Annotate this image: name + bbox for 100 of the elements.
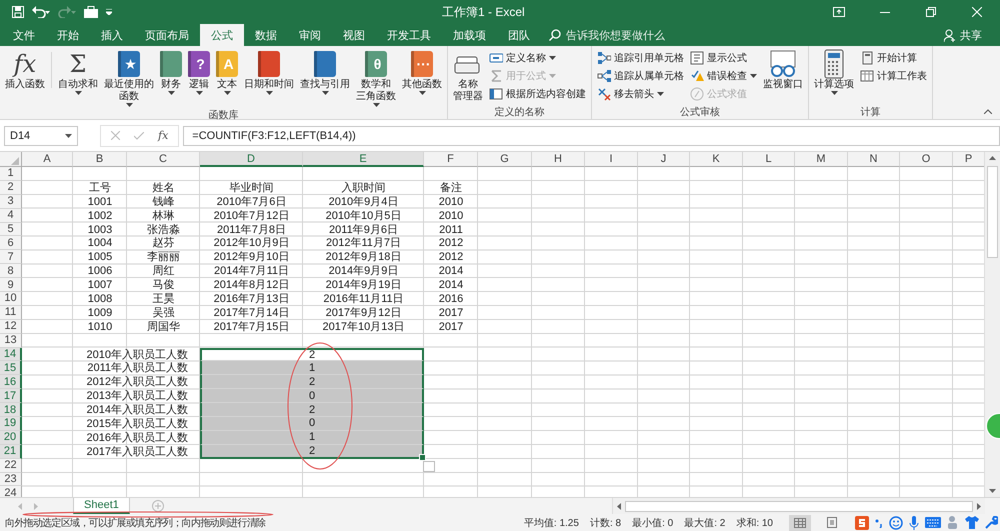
vertical-scrollbar[interactable] xyxy=(984,152,1000,497)
insert-function-button[interactable]: fx xyxy=(158,129,168,142)
input-method-icon[interactable] xyxy=(855,516,869,530)
column-header[interactable]: K xyxy=(690,152,743,167)
ribbon-button[interactable]: 定义名称 xyxy=(487,50,588,66)
undo-icon[interactable] xyxy=(32,6,50,18)
normal-view-button[interactable] xyxy=(789,514,811,530)
sheet-tab[interactable]: Sheet1 xyxy=(73,498,130,514)
microphone-icon[interactable] xyxy=(909,516,919,530)
column-header[interactable]: E xyxy=(303,152,424,167)
restore-icon[interactable] xyxy=(926,7,936,17)
ribbon-button[interactable]: 日期和时间 xyxy=(242,48,296,108)
ribbon-tab[interactable]: 页面布局 xyxy=(134,24,200,46)
scroll-left-icon[interactable] xyxy=(617,502,621,510)
row-header[interactable]: 5 xyxy=(0,222,22,236)
scroll-thumb[interactable] xyxy=(625,500,973,512)
row-header[interactable]: 18 xyxy=(0,403,22,418)
wrench-icon[interactable] xyxy=(985,516,998,529)
ribbon-tab[interactable]: 开发工具 xyxy=(376,24,442,46)
table-cell[interactable]: 2 xyxy=(200,348,424,362)
row-header[interactable]: 23 xyxy=(0,472,22,486)
scroll-right-icon[interactable] xyxy=(977,502,981,510)
row-header[interactable]: 21 xyxy=(0,444,22,459)
row-header[interactable]: 7 xyxy=(0,250,22,264)
row-header[interactable]: 19 xyxy=(0,417,22,431)
ribbon-button[interactable]: 财务 xyxy=(158,48,184,108)
ribbon-button[interactable]: 计算工作表 xyxy=(858,68,929,84)
close-icon[interactable] xyxy=(972,7,982,17)
row-header[interactable]: 6 xyxy=(0,236,22,250)
row-header[interactable]: 22 xyxy=(0,458,22,473)
ribbon-tab[interactable]: 插入 xyxy=(90,24,134,46)
fill-handle[interactable] xyxy=(419,454,426,461)
row-header[interactable]: 15 xyxy=(0,361,22,376)
ribbon-button[interactable]: 计算选项 xyxy=(812,48,856,105)
shirt-icon[interactable] xyxy=(965,516,979,529)
row-header[interactable]: 16 xyxy=(0,375,22,390)
row-header[interactable]: 3 xyxy=(0,194,22,209)
ribbon-tab[interactable]: 开始 xyxy=(46,24,90,46)
row-header[interactable]: 13 xyxy=(0,334,22,348)
column-header[interactable]: M xyxy=(795,152,848,167)
customize-icon[interactable] xyxy=(106,9,112,15)
scroll-down-icon[interactable] xyxy=(989,489,996,493)
row-header[interactable]: 10 xyxy=(0,292,22,306)
table-cell[interactable]: 0 xyxy=(200,417,424,431)
table-cell[interactable]: 0 xyxy=(200,389,424,404)
column-header[interactable]: D xyxy=(200,152,303,167)
table-cell[interactable]: 2 xyxy=(200,375,424,390)
table-cell[interactable]: 1 xyxy=(200,430,424,445)
ribbon-button[interactable]: 追踪引用单元格 xyxy=(595,50,686,66)
ribbon-button[interactable]: ★ 最近使用的 函数 xyxy=(102,48,156,108)
name-box[interactable]: D14 xyxy=(4,126,78,146)
collapse-icon[interactable] xyxy=(984,109,992,114)
column-header[interactable]: G xyxy=(478,152,532,167)
ribbon-tab[interactable]: 文件 xyxy=(2,24,46,46)
ribbon-display-icon[interactable] xyxy=(833,7,845,17)
row-header[interactable]: 8 xyxy=(0,264,22,278)
row-header[interactable]: 17 xyxy=(0,389,22,404)
ribbon-button[interactable]: 根据所选内容创建 xyxy=(487,86,588,102)
column-header[interactable]: N xyxy=(848,152,900,167)
column-header[interactable]: O xyxy=(900,152,953,167)
row-header[interactable]: 14 xyxy=(0,348,22,362)
ribbon-button[interactable]: 移去箭头 xyxy=(595,86,686,102)
formula-field[interactable]: =COUNTIF(F3:F12,LEFT(B14,4)) xyxy=(183,126,1000,146)
briefcase-icon[interactable] xyxy=(84,6,98,18)
column-header[interactable]: F xyxy=(424,152,478,167)
row-header[interactable]: 9 xyxy=(0,278,22,292)
column-header[interactable]: I xyxy=(585,152,638,167)
check-icon[interactable] xyxy=(134,132,144,140)
scroll-thumb[interactable] xyxy=(987,166,998,258)
ribbon-button[interactable]: ? 逻辑 xyxy=(186,48,212,108)
row-header[interactable]: 1 xyxy=(0,167,22,181)
ribbon-button[interactable]: fx 插入函数 xyxy=(3,48,47,108)
punctuation-icon[interactable] xyxy=(875,518,883,528)
share-button[interactable]: 共享 xyxy=(944,24,982,46)
row-header[interactable]: 2 xyxy=(0,180,22,195)
ribbon-tab[interactable]: 数据 xyxy=(244,24,288,46)
ribbon-tab[interactable]: 加载项 xyxy=(442,24,497,46)
column-header[interactable]: B xyxy=(73,152,127,167)
search-field[interactable]: 告诉我你想要做什么 xyxy=(566,28,665,42)
ribbon-button[interactable]: 显示公式 xyxy=(688,50,759,66)
save-icon[interactable] xyxy=(12,6,24,18)
smiley-icon[interactable] xyxy=(889,516,903,530)
ribbon-button[interactable]: 查找与引用 xyxy=(298,48,352,108)
column-header[interactable]: P xyxy=(953,152,984,167)
scroll-up-icon[interactable] xyxy=(989,156,996,160)
ribbon-tab[interactable]: 公式 xyxy=(200,24,244,46)
ribbon-button[interactable]: 名称 管理器 xyxy=(451,48,485,105)
row-header[interactable]: 4 xyxy=(0,208,22,223)
column-header[interactable]: A xyxy=(22,152,73,167)
ribbon-button[interactable]: θ 数学和 三角函数 xyxy=(354,48,398,108)
table-cell[interactable]: 1 xyxy=(200,361,424,376)
column-header[interactable]: H xyxy=(532,152,585,167)
row-header[interactable]: 20 xyxy=(0,430,22,445)
row-header[interactable]: 12 xyxy=(0,320,22,334)
ribbon-button[interactable]: ··· 其他函数 xyxy=(400,48,444,108)
ribbon-button[interactable]: A 文本 xyxy=(214,48,240,108)
table-cell[interactable]: 2 xyxy=(200,403,424,418)
ribbon-button[interactable]: 开始计算 xyxy=(858,50,929,66)
column-header[interactable]: L xyxy=(743,152,795,167)
ribbon-tab[interactable]: 团队 xyxy=(497,24,541,46)
